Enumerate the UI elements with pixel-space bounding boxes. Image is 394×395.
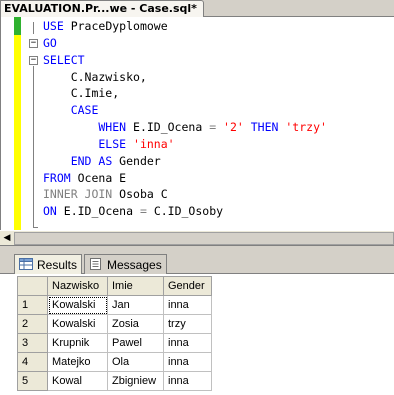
cell-nazwisko[interactable]: Krupnik — [47, 333, 108, 353]
cell-imie[interactable]: Ola — [107, 352, 164, 372]
table-row[interactable]: 3 Krupnik Pawel inna — [17, 333, 212, 353]
tab-results-label: Results — [37, 258, 78, 272]
cell-gender[interactable]: inna — [163, 352, 212, 372]
code-line[interactable]: USE PraceDyplomowe — [43, 18, 327, 35]
tab-messages-label: Messages — [107, 258, 162, 272]
code-line[interactable]: SELECT — [43, 52, 327, 69]
document-tab[interactable]: EVALUATION.Pr...we - Case.sql* — [0, 0, 204, 17]
code-token: INNER JOIN — [43, 187, 120, 202]
cell-gender[interactable]: trzy — [163, 314, 212, 334]
cell-imie[interactable]: Pawel — [107, 333, 164, 353]
scroll-left-icon[interactable]: ◀ — [1, 233, 13, 244]
code-token: C.ID_Osoby — [153, 204, 224, 219]
document-tab-strip: EVALUATION.Pr...we - Case.sql* — [0, 0, 394, 17]
code-token: E.ID_Ocena — [63, 204, 140, 219]
code-line[interactable]: CASE — [43, 102, 327, 119]
code-token: WHEN — [43, 120, 134, 135]
code-line[interactable]: C.Nazwisko, — [43, 69, 327, 86]
code-line[interactable]: INNER JOIN Osoba C — [43, 186, 327, 203]
grid-icon — [19, 258, 33, 270]
tab-results[interactable]: Results — [14, 254, 83, 275]
cell-nazwisko[interactable]: Kowalski — [47, 295, 108, 315]
fold-end — [33, 227, 38, 228]
change-tracking-bar — [14, 17, 21, 230]
code-line[interactable]: GO — [43, 35, 327, 52]
table-row[interactable]: 4 Matejko Ola inna — [17, 352, 212, 372]
scroll-thumb[interactable] — [14, 232, 394, 245]
code-token: = — [139, 204, 154, 219]
code-token: C.Imie, — [43, 86, 120, 101]
table-row[interactable]: 5 Kowal Zbigniew inna — [17, 371, 212, 391]
sql-code[interactable]: USE PraceDyplomowe GO SELECT C.Nazwisko, C… — [43, 18, 327, 220]
code-token: END — [43, 153, 99, 168]
table-row[interactable]: 1 Kowalski Jan inna — [17, 295, 212, 315]
code-token: PraceDyplomowe — [70, 19, 168, 33]
code-token: FROM — [43, 170, 78, 185]
code-token: GO — [43, 35, 57, 50]
code-token: USE — [43, 19, 71, 33]
results-grid: Nazwisko Imie Gender 1 Kowalski Jan inna 2 Ko… — [17, 276, 212, 391]
saved-change-marker — [14, 17, 21, 35]
row-number[interactable]: 5 — [17, 371, 48, 391]
code-token: AS — [98, 153, 120, 168]
cell-nazwisko[interactable]: Matejko — [47, 352, 108, 372]
code-token: CASE — [43, 103, 99, 118]
code-token: ON — [43, 204, 64, 219]
code-line[interactable]: END AS Gender — [43, 153, 327, 170]
code-token: '2' — [223, 120, 251, 135]
messages-icon — [90, 258, 101, 270]
code-line[interactable]: FROM Ocena E — [43, 170, 327, 187]
cell-imie[interactable]: Jan — [107, 295, 164, 315]
code-token: = — [209, 120, 224, 135]
row-number[interactable]: 1 — [17, 295, 48, 315]
cell-gender[interactable]: inna — [163, 295, 212, 315]
tab-messages[interactable]: Messages — [84, 254, 167, 274]
fold-line — [33, 22, 34, 34]
results-tab-strip: Results Messages — [0, 253, 394, 275]
code-line[interactable]: WHEN E.ID_Ocena = '2' THEN 'trzy' — [43, 119, 327, 136]
code-line[interactable]: ELSE 'inna' — [43, 136, 327, 153]
cell-gender[interactable]: inna — [163, 333, 212, 353]
column-header-gender[interactable]: Gender — [163, 276, 212, 296]
collapse-go-icon[interactable]: − — [29, 39, 38, 48]
code-line[interactable]: ON E.ID_Ocena = C.ID_Osoby — [43, 203, 327, 220]
row-number[interactable]: 4 — [17, 352, 48, 372]
code-token: SELECT — [43, 52, 85, 67]
query-window: EVALUATION.Pr...we - Case.sql* − − USE P… — [0, 0, 394, 395]
code-token: Ocena E — [77, 170, 127, 185]
column-header-imie[interactable]: Imie — [107, 276, 164, 296]
sql-editor[interactable]: − − USE PraceDyplomowe GO SELECT C.Nazwisk… — [0, 17, 394, 230]
code-token: E.ID_Ocena — [133, 120, 210, 135]
table-row[interactable]: 2 Kowalski Zosia trzy — [17, 314, 212, 334]
row-number[interactable]: 2 — [17, 314, 48, 334]
pane-splitter[interactable] — [0, 245, 394, 253]
code-token: 'inna' — [133, 136, 175, 151]
cell-nazwisko[interactable]: Kowalski — [47, 314, 108, 334]
code-line[interactable]: C.Imie, — [43, 85, 327, 102]
fold-line-select — [33, 66, 34, 227]
editor-margin — [1, 17, 11, 230]
column-header-nazwisko[interactable]: Nazwisko — [47, 276, 108, 296]
collapse-select-icon[interactable]: − — [29, 56, 38, 65]
cell-imie[interactable]: Zbigniew — [107, 371, 164, 391]
cell-gender[interactable]: inna — [163, 371, 212, 391]
grid-header-row: Nazwisko Imie Gender — [17, 276, 212, 296]
row-number-header[interactable] — [17, 276, 48, 296]
results-grid-area: Nazwisko Imie Gender 1 Kowalski Jan inna 2 Ko… — [0, 274, 394, 395]
code-token: THEN — [250, 120, 286, 135]
row-number[interactable]: 3 — [17, 333, 48, 353]
code-token: Osoba C — [119, 187, 168, 202]
horizontal-scrollbar[interactable]: ◀ — [0, 230, 394, 245]
code-token: C.Nazwisko, — [43, 69, 147, 84]
code-token: Gender — [119, 153, 161, 168]
cell-imie[interactable]: Zosia — [107, 314, 164, 334]
code-token: ELSE — [43, 136, 134, 151]
code-token: 'trzy' — [285, 120, 327, 135]
cell-nazwisko[interactable]: Kowal — [47, 371, 108, 391]
